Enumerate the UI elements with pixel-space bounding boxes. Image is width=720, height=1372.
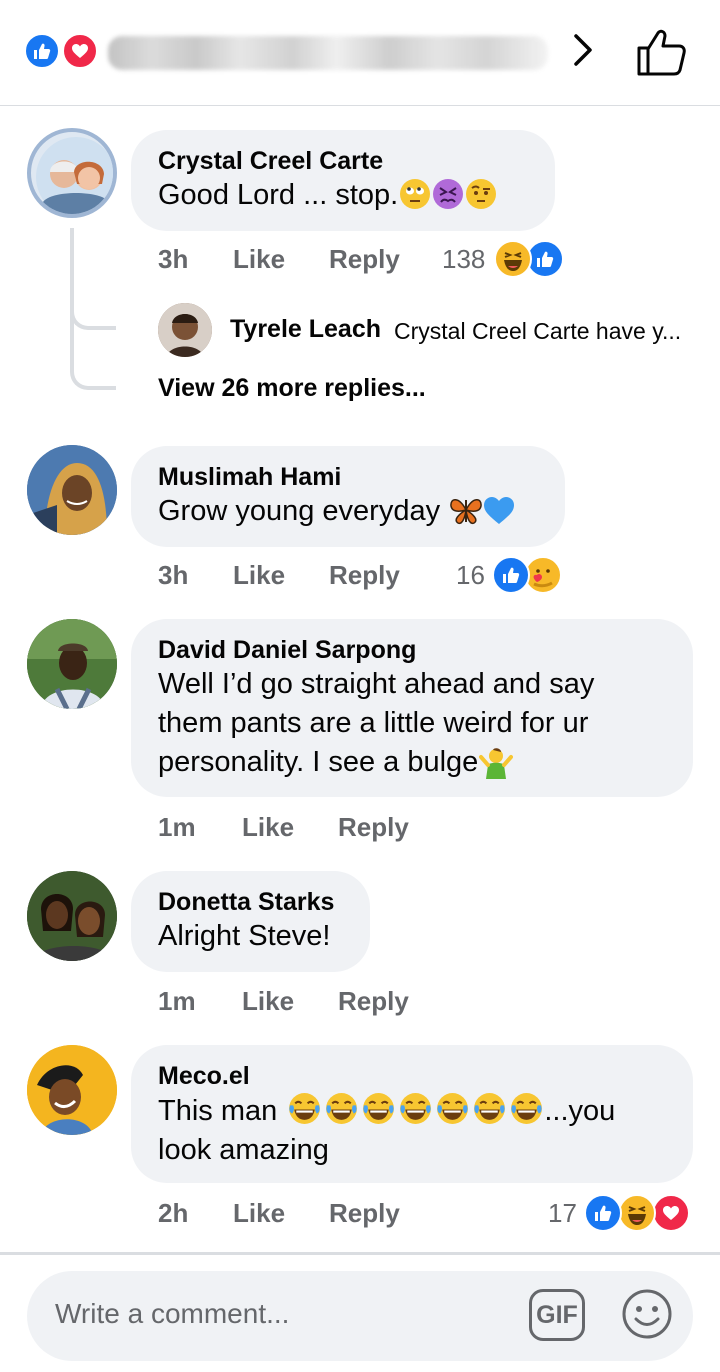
comment-actions: 2h Like Reply 17 bbox=[158, 1194, 698, 1232]
smile-icon[interactable] bbox=[621, 1288, 673, 1340]
joy-emoji bbox=[287, 1091, 322, 1126]
like-button[interactable]: Like bbox=[233, 1198, 285, 1229]
comment-time: 1m bbox=[158, 812, 196, 842]
comment-time: 3h bbox=[158, 560, 189, 590]
comment-time: 3h bbox=[158, 244, 189, 274]
raised-eyebrow-emoji bbox=[465, 178, 497, 210]
gif-button[interactable]: GIF bbox=[529, 1289, 585, 1341]
reply-button[interactable]: Reply bbox=[338, 812, 409, 843]
comment-bubble[interactable]: Muslimah Hami Grow young everyday bbox=[131, 446, 565, 547]
commenter-name[interactable]: Donetta Starks bbox=[158, 887, 343, 917]
comment-text: Alright Steve! bbox=[158, 920, 331, 952]
reply-button[interactable]: Reply bbox=[329, 244, 400, 275]
reply-author-name[interactable]: Tyrele Leach bbox=[230, 315, 381, 344]
comment-time: 1m bbox=[158, 986, 196, 1016]
comment-text: personality. I see a bulge bbox=[158, 743, 666, 782]
comment-text: Grow young everyday bbox=[158, 492, 538, 531]
header-reaction-icons[interactable] bbox=[24, 33, 100, 69]
reply-button[interactable]: Reply bbox=[329, 1198, 400, 1229]
comment-text-suffix: ...you bbox=[544, 1095, 616, 1127]
comment-text: Good Lord ... stop. bbox=[158, 176, 528, 215]
joy-emoji bbox=[324, 1091, 359, 1126]
avatar[interactable] bbox=[27, 619, 117, 709]
reaction-badges[interactable] bbox=[492, 556, 568, 594]
comment-text-line: look amazing bbox=[158, 1134, 329, 1166]
view-more-replies-link[interactable]: View 26 more replies... bbox=[158, 374, 426, 403]
comment-bubble[interactable]: Donetta Starks Alright Steve! bbox=[131, 871, 370, 972]
blurred-post-title[interactable] bbox=[108, 36, 548, 70]
like-icon bbox=[492, 556, 530, 594]
joy-emoji-row bbox=[285, 1093, 544, 1127]
comment-bubble[interactable]: Crystal Creel Carte Good Lord ... stop. bbox=[131, 130, 555, 231]
comment-bubble[interactable]: Meco.el This man ...you look amazing bbox=[131, 1045, 693, 1183]
avatar[interactable] bbox=[27, 445, 117, 535]
avatar[interactable] bbox=[27, 1045, 117, 1135]
reaction-count[interactable]: 17 bbox=[548, 1198, 577, 1229]
commenter-name[interactable]: Muslimah Hami bbox=[158, 462, 538, 492]
reaction-count[interactable]: 138 bbox=[442, 244, 485, 275]
comment-actions: 1m Like Reply bbox=[158, 986, 578, 1020]
like-button[interactable]: Like bbox=[242, 986, 294, 1017]
haha-icon bbox=[494, 240, 532, 278]
man-shrugging-emoji bbox=[479, 745, 514, 779]
joy-emoji bbox=[509, 1091, 544, 1126]
comment-text-line: them pants are a little weird for ur bbox=[158, 707, 589, 739]
reply-preview-text: Crystal Creel Carte have y... bbox=[394, 318, 682, 344]
butterfly-emoji bbox=[449, 494, 482, 526]
avatar[interactable] bbox=[158, 303, 212, 357]
like-button[interactable]: Like bbox=[233, 244, 285, 275]
comment-text-line: personality. I see a bulge bbox=[158, 746, 479, 778]
comment-input-placeholder: Write a comment... bbox=[55, 1298, 290, 1329]
comment-text: This man ...you bbox=[158, 1091, 666, 1131]
post-reactions-header bbox=[0, 0, 720, 106]
joy-emoji bbox=[435, 1091, 470, 1126]
like-icon bbox=[584, 1194, 622, 1232]
comment-text-body: Good Lord ... stop. bbox=[158, 179, 399, 211]
rolling-eyes-emoji bbox=[399, 178, 431, 210]
like-icon bbox=[24, 33, 60, 69]
joy-emoji bbox=[472, 1091, 507, 1126]
comment-actions: 3h Like Reply 16 bbox=[158, 556, 578, 594]
thread-connector bbox=[70, 320, 116, 390]
reaction-count[interactable]: 16 bbox=[456, 560, 485, 591]
reply-button[interactable]: Reply bbox=[329, 560, 400, 591]
comment-input[interactable]: Write a comment... GIF bbox=[27, 1271, 693, 1361]
joy-emoji bbox=[361, 1091, 396, 1126]
comment-text-prefix: This man bbox=[158, 1095, 278, 1127]
comment-text-body: Grow young everyday bbox=[158, 495, 441, 527]
love-icon bbox=[62, 33, 98, 69]
joy-emoji bbox=[398, 1091, 433, 1126]
reply-button[interactable]: Reply bbox=[338, 986, 409, 1017]
chevron-right-icon[interactable] bbox=[568, 30, 598, 70]
blue-heart-emoji bbox=[482, 494, 515, 526]
love-icon bbox=[652, 1194, 690, 1232]
comment-bubble[interactable]: David Daniel Sarpong Well I’d go straigh… bbox=[131, 619, 693, 797]
reaction-badges[interactable] bbox=[494, 240, 570, 278]
like-button[interactable]: Like bbox=[242, 812, 294, 843]
comment-text-line: Well I’d go straight ahead and say bbox=[158, 668, 595, 700]
comment-composer: Write a comment... GIF bbox=[0, 1252, 720, 1372]
comment-time: 2h bbox=[158, 1198, 189, 1228]
commenter-name[interactable]: David Daniel Sarpong bbox=[158, 635, 666, 665]
reaction-badges[interactable] bbox=[584, 1194, 696, 1232]
commenter-name[interactable]: Crystal Creel Carte bbox=[158, 146, 528, 176]
avatar[interactable] bbox=[27, 871, 117, 961]
commenter-name[interactable]: Meco.el bbox=[158, 1061, 666, 1091]
comment-actions: 1m Like Reply bbox=[158, 812, 578, 846]
like-button[interactable]: Like bbox=[233, 560, 285, 591]
haha-icon bbox=[618, 1194, 656, 1232]
dizzy-face-emoji bbox=[432, 178, 464, 210]
thumbs-up-icon[interactable] bbox=[634, 28, 688, 78]
avatar[interactable] bbox=[27, 128, 117, 218]
comment-actions: 3h Like Reply 138 bbox=[158, 240, 578, 278]
